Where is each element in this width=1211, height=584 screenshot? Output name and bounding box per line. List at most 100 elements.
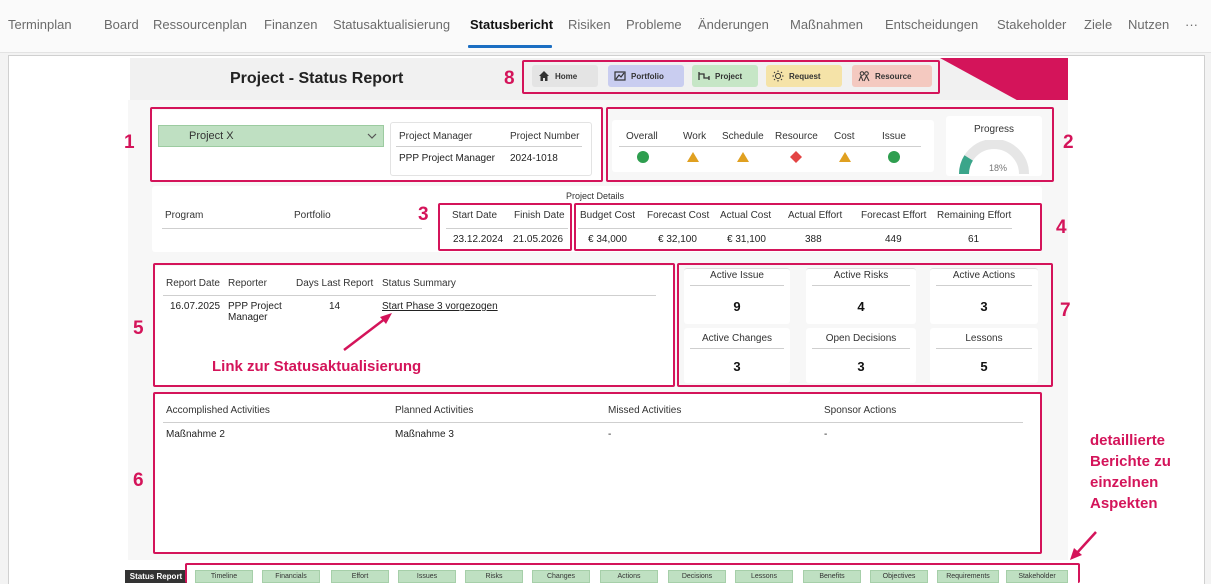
bottom-tab-objectives[interactable]: Objectives (870, 570, 928, 583)
budget-cost-value: € 34,000 (588, 234, 627, 245)
forecast-cost-header: Forecast Cost (647, 210, 710, 221)
report-date-header: Report Date (166, 278, 220, 289)
bottom-tab-timeline[interactable]: Timeline (195, 570, 253, 583)
tab-terminplan[interactable]: Terminplan (8, 17, 72, 32)
schedule-status-amber-triangle-icon (737, 152, 749, 162)
divider (396, 146, 582, 147)
bottom-tab-benefits[interactable]: Benefits (803, 570, 861, 583)
kpi-value: 3 (980, 299, 988, 314)
active-tab-indicator (468, 45, 552, 48)
annotation-2: 2 (1063, 132, 1074, 153)
status-header-work: Work (683, 131, 707, 142)
accomplished-activities-value: Maßnahme 2 (166, 429, 225, 440)
bottom-tab-lessons[interactable]: Lessons (735, 570, 793, 583)
project-icon (698, 72, 710, 80)
days-last-report-value: 14 (329, 301, 341, 312)
home-button[interactable]: Home (532, 65, 598, 87)
tab-nutzen[interactable]: Nutzen (1128, 17, 1169, 32)
days-last-report-header: Days Last Report (296, 278, 374, 289)
program-header: Program (165, 210, 204, 221)
tab-ressourcenplan[interactable]: Ressourcenplan (153, 17, 247, 32)
tab-aenderungen[interactable]: Änderungen (698, 17, 769, 32)
kpi-title: Active Changes (701, 333, 773, 344)
bottom-tab-status-report[interactable]: Status Report (125, 570, 187, 583)
missed-activities-value: - (608, 429, 612, 440)
bottom-tab-effort[interactable]: Effort (331, 570, 389, 583)
status-summary-header: Status Summary (382, 278, 456, 289)
divider (578, 228, 1012, 229)
project-button[interactable]: Project (692, 65, 758, 87)
divider (812, 285, 910, 286)
bottom-tab-stakeholder[interactable]: Stakeholder (1006, 570, 1068, 583)
tab-statusbericht[interactable]: Statusbericht (470, 17, 553, 32)
tab-probleme[interactable]: Probleme (626, 17, 682, 32)
tab-stakeholder[interactable]: Stakeholder (997, 17, 1066, 32)
request-button[interactable]: Request (766, 65, 842, 87)
tab-board[interactable]: Board (104, 17, 139, 32)
link-annotation: Link zur Statusaktualisierung (212, 358, 422, 375)
divider (690, 285, 784, 286)
divider (446, 228, 568, 229)
bottom-tab-changes[interactable]: Changes (532, 570, 590, 583)
remaining-effort-header: Remaining Effort (937, 210, 1012, 221)
annotation-5: 5 (133, 318, 144, 339)
divider (163, 295, 656, 296)
annotation-3: 3 (418, 204, 429, 225)
tab-risiken[interactable]: Risiken (568, 17, 611, 32)
actual-cost-header: Actual Cost (720, 210, 772, 221)
arrow-annotation-icon (343, 313, 392, 351)
forecast-cost-value: € 32,100 (658, 234, 697, 245)
bottom-tab-issues[interactable]: Issues (398, 570, 456, 583)
status-header-resource: Resource (775, 131, 818, 142)
kpi-value: 5 (980, 359, 988, 374)
bottom-tab-requirements[interactable]: Requirements (937, 570, 999, 583)
lightbulb-icon (772, 70, 784, 82)
start-date-header: Start Date (452, 210, 498, 221)
status-header-issue: Issue (882, 131, 906, 142)
kpi-title: Lessons (965, 333, 1003, 344)
accomplished-activities-header: Accomplished Activities (166, 405, 270, 416)
kpi-value: 4 (857, 299, 865, 314)
planned-activities-value: Maßnahme 3 (395, 429, 454, 440)
divider (163, 422, 1023, 423)
project-details-title: Project Details (566, 191, 625, 201)
bottom-tab-risks[interactable]: Risks (465, 570, 523, 583)
reporter-value-line1: PPP Project (228, 301, 282, 312)
actual-effort-value: 388 (805, 234, 822, 245)
annotation-7: 7 (1060, 300, 1071, 321)
progress-label: 18% (989, 163, 1008, 173)
bottom-tab-financials[interactable]: Financials (262, 570, 320, 583)
tab-ziele[interactable]: Ziele (1084, 17, 1112, 32)
kpi-value: 9 (733, 299, 741, 314)
portfolio-button[interactable]: Portfolio (608, 65, 684, 87)
side-annotation: detaillierte Berichte zu einzelnen Aspek… (1090, 432, 1171, 512)
divider (812, 348, 910, 349)
pn-value: 2024-1018 (510, 153, 558, 164)
more-tabs-button[interactable]: ··· (1185, 17, 1198, 32)
sponsor-actions-header: Sponsor Actions (824, 405, 897, 416)
kpi-title: Active Actions (952, 270, 1016, 281)
tab-massnahmen[interactable]: Maßnahmen (790, 17, 863, 32)
kpi-value: 3 (733, 359, 741, 374)
divider (619, 146, 921, 147)
tab-finanzen[interactable]: Finanzen (264, 17, 317, 32)
portfolio-icon (614, 71, 626, 81)
bottom-tab-decisions[interactable]: Decisions (668, 570, 726, 583)
divider (936, 348, 1032, 349)
status-summary-link[interactable]: Start Phase 3 vorgezogen (382, 301, 498, 312)
bottom-tab-actions[interactable]: Actions (600, 570, 658, 583)
kpi-title: Active Risks (833, 270, 889, 281)
status-header-cost: Cost (834, 131, 855, 142)
tab-entscheidungen[interactable]: Entscheidungen (885, 17, 978, 32)
status-header-overall: Overall (626, 131, 658, 142)
kpi-title: Active Issue (710, 270, 764, 281)
project-dropdown[interactable]: Project X (158, 125, 384, 147)
resource-button[interactable]: Resource (852, 65, 932, 87)
budget-cost-header: Budget Cost (580, 210, 636, 221)
issue-status-green-circle-icon (888, 151, 900, 163)
report-date-value: 16.07.2025 (170, 301, 221, 312)
sponsor-actions-value: - (824, 429, 828, 440)
tab-statusaktualisierung[interactable]: Statusaktualisierung (333, 17, 450, 32)
remaining-effort-value: 61 (968, 234, 980, 245)
portfolio-header: Portfolio (294, 210, 331, 221)
